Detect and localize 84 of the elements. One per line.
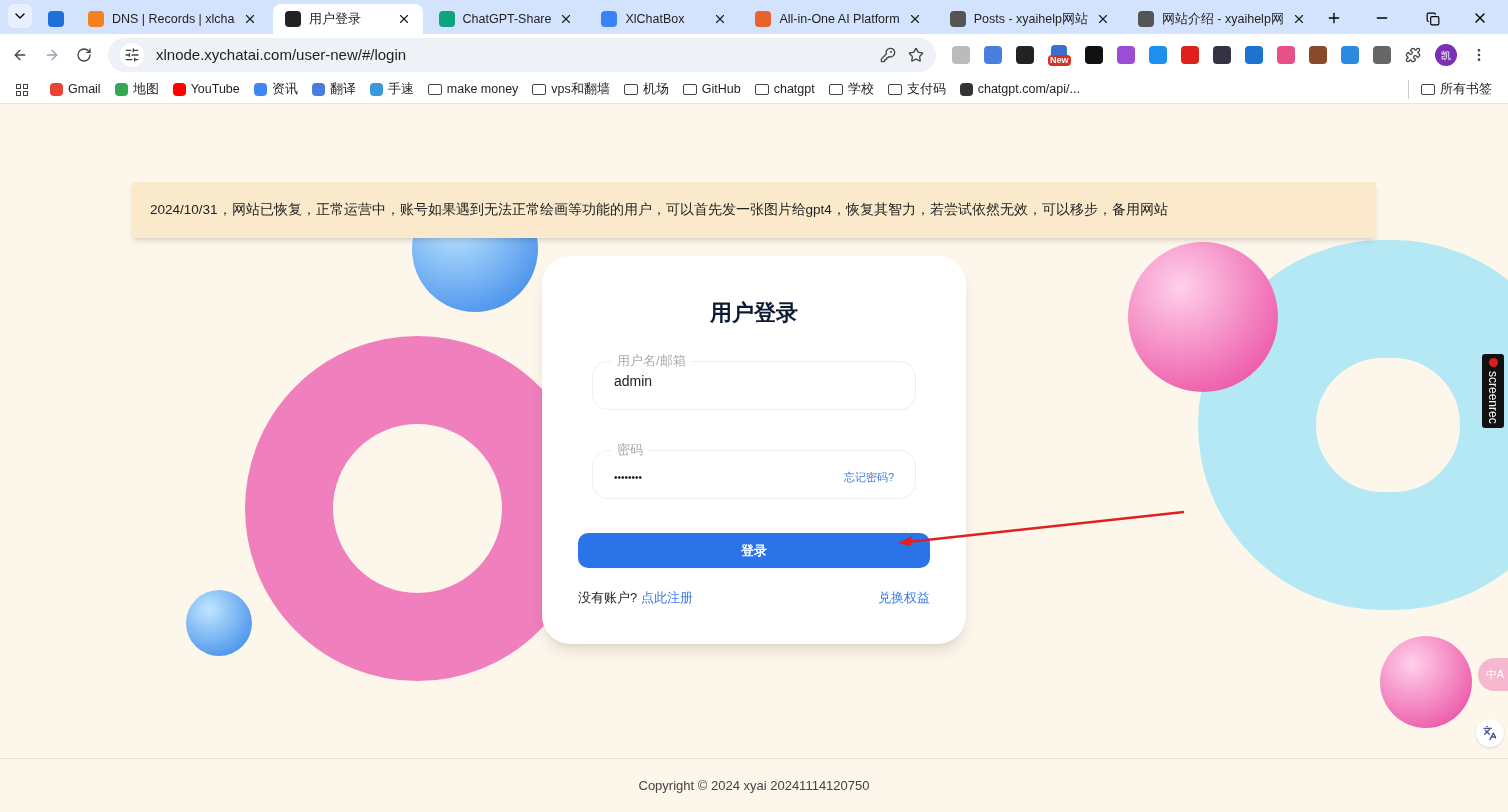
- tab-favicon-icon: [949, 11, 966, 27]
- tab-list-icon[interactable]: [8, 4, 32, 28]
- tab-favicon-icon: [48, 11, 64, 27]
- bookmark-link[interactable]: 资讯: [271, 80, 298, 99]
- folder-icon: [682, 84, 697, 95]
- restore-icon[interactable]: [1426, 12, 1440, 26]
- extension-icon[interactable]: [1084, 46, 1103, 64]
- browser-tab[interactable]: 用户登录: [272, 4, 423, 34]
- bookmark-link[interactable]: vps和翻墙: [551, 80, 610, 99]
- translate-icon[interactable]: [1476, 719, 1504, 747]
- username-field[interactable]: 用户名/邮箱 admin: [592, 351, 916, 411]
- bookmark-link[interactable]: YouTube: [190, 80, 240, 99]
- browser-tab[interactable]: DNS | Records | xlcha: [76, 4, 269, 34]
- browser-tab[interactable]: ChatGPT-Share: [426, 4, 586, 34]
- password-field[interactable]: 密码 •••••••• 忘记密码?: [592, 440, 916, 500]
- bookmark-link[interactable]: 机场: [642, 80, 669, 99]
- browser-tab[interactable]: All-in-One AI Platform: [743, 4, 934, 34]
- browser-tab[interactable]: 网站介绍 - xyaihelp网: [1125, 4, 1318, 34]
- bookmark-link[interactable]: 翻译: [329, 80, 356, 99]
- extension-icon[interactable]: [1016, 46, 1034, 64]
- bookmark-link[interactable]: 学校: [847, 80, 874, 99]
- folder-icon: [887, 84, 902, 95]
- folder-icon: [623, 84, 638, 95]
- login-title: 用户登录: [710, 299, 798, 328]
- bookmark-link[interactable]: chatgpt.com/api/...: [977, 80, 1080, 99]
- field-label: 用户名/邮箱: [616, 352, 687, 371]
- tab-title: 用户登录: [308, 10, 362, 28]
- tab-favicon-icon: [438, 11, 455, 27]
- copyright-text: Copyright © 2024 xyai 20241114120750: [638, 776, 870, 795]
- folder-icon: [532, 84, 547, 95]
- tab-title: XlChatBox: [625, 10, 686, 28]
- tab-favicon-icon: [1137, 11, 1154, 27]
- back-icon[interactable]: [12, 47, 28, 63]
- redeem-link[interactable]: 兑换权益: [878, 588, 930, 608]
- field-label: 密码: [616, 441, 644, 460]
- tab-favicon-icon: [284, 11, 301, 27]
- folder-icon: [427, 84, 442, 95]
- tab-title: ChatGPT-Share: [462, 10, 552, 28]
- tab-favicon-icon: [88, 11, 104, 27]
- recorder-label: screenrec: [1485, 371, 1501, 424]
- login-button[interactable]: 登录: [578, 533, 930, 569]
- extensions-icon[interactable]: [1404, 47, 1421, 63]
- star-icon[interactable]: [908, 47, 924, 63]
- bookmark-link[interactable]: 地图: [132, 80, 159, 99]
- key-icon[interactable]: [880, 47, 896, 63]
- field-value: admin: [614, 371, 653, 391]
- site-favicon-icon: [253, 83, 267, 96]
- bookmark-link[interactable]: chatgpt: [773, 80, 815, 99]
- site-favicon-icon: [172, 83, 186, 96]
- bookmark-link[interactable]: GitHub: [701, 80, 741, 99]
- tab-title: 网站介绍 - xyaihelp网: [1161, 10, 1284, 28]
- notice-banner: 2024/10/31，网站已恢复，正常运营中，账号如果遇到无法正常绘画等功能的用户，可以首先发一张图片给gpt4，恢复其智力，若尝试依然无效，可以移步，备用网站: [132, 182, 1376, 239]
- site-favicon-icon: [959, 83, 973, 96]
- site-favicon-icon: [311, 83, 325, 96]
- site-favicon-icon: [114, 83, 128, 96]
- browser-tab[interactable]: XlChatBox: [589, 4, 740, 34]
- tab-title: Posts - xyaihelp网站: [973, 10, 1088, 28]
- extension-icon[interactable]: [1308, 46, 1327, 64]
- tab-favicon-icon: [755, 11, 772, 27]
- field-value: ••••••••: [614, 470, 643, 485]
- extension-icon[interactable]: [1212, 46, 1231, 64]
- site-favicon-icon: [50, 83, 63, 96]
- address-bar[interactable]: xlnode.xychatai.com/user-new/#/login: [108, 38, 936, 72]
- bookmark-link[interactable]: Gmail: [68, 80, 101, 99]
- folder-icon: [828, 84, 843, 95]
- apps-grid-icon[interactable]: [16, 83, 28, 96]
- browser-tab[interactable]: Posts - xyaihelp网站: [937, 4, 1122, 34]
- site-info-icon[interactable]: [120, 43, 144, 67]
- no-account-text: 没有账户?: [578, 589, 638, 608]
- forgot-password-link[interactable]: 忘记密码?: [843, 468, 894, 486]
- bookmark-link[interactable]: make money: [446, 80, 519, 99]
- folder-icon: [1421, 84, 1435, 95]
- folder-icon: [754, 84, 769, 95]
- tab-favicon-icon: [601, 11, 618, 27]
- reload-icon[interactable]: [76, 47, 92, 63]
- tab-title: DNS | Records | xlcha: [112, 10, 235, 28]
- bookmark-link[interactable]: 手速: [387, 80, 414, 99]
- all-bookmarks-link[interactable]: 所有书签: [1440, 80, 1492, 99]
- profile-avatar[interactable]: 凯: [1434, 44, 1457, 66]
- register-link[interactable]: 点此注册: [641, 588, 694, 608]
- tab-title: All-in-One AI Platform: [779, 10, 900, 28]
- url-text: xlnode.xychatai.com/user-new/#/login: [156, 44, 408, 65]
- bookmark-link[interactable]: 支付码: [906, 80, 946, 99]
- site-favicon-icon: [369, 83, 383, 96]
